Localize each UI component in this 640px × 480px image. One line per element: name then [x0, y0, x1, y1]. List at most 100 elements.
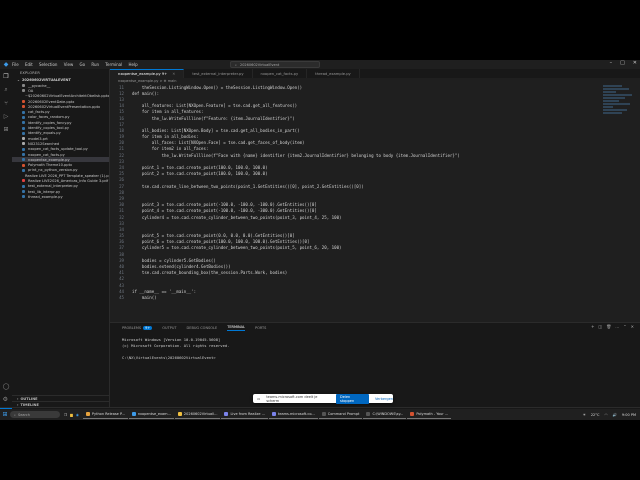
menu-terminal[interactable]: Terminal — [105, 62, 122, 67]
volume-icon[interactable]: 🔊 — [613, 413, 617, 417]
menu-run[interactable]: Run — [91, 62, 99, 67]
line-number: 39 — [119, 257, 124, 263]
menu-help[interactable]: Help — [128, 62, 137, 67]
terminal-output[interactable]: Microsoft Windows [Version 10.0.19045.56… — [110, 332, 640, 366]
taskbar-app[interactable]: C:\WINDOWS\sy... — [363, 410, 407, 419]
terminal-line: C:\NX\VirtualEvents\20260602VirtualEvent… — [122, 355, 216, 360]
run-debug-icon[interactable]: ▷ — [4, 113, 9, 120]
line-number: 16 — [119, 115, 124, 121]
line-number: 26 — [119, 177, 124, 183]
menu-file[interactable]: File — [12, 62, 19, 67]
trash-icon[interactable]: 🗑 — [606, 324, 611, 329]
chevron-up-icon[interactable]: ⌃ — [623, 324, 626, 329]
file-item[interactable]: thread_example.py — [12, 194, 109, 199]
close-icon[interactable]: ✕ — [633, 60, 637, 66]
command-center-label: 20260602VirtualEvent — [239, 62, 280, 67]
task-view-icon[interactable]: ❐ — [64, 413, 67, 417]
line-number: 23 — [119, 158, 124, 164]
tab-problems[interactable]: PROBLEMS 9+ — [122, 325, 153, 330]
more-actions-icon[interactable]: … — [615, 324, 619, 329]
tab-nxopentse-example[interactable]: nxopentse_example.py 9+ ✕ — [110, 69, 185, 78]
line-number: 34 — [119, 226, 124, 232]
menu-selection[interactable]: Selection — [39, 62, 57, 67]
menu-view[interactable]: View — [64, 62, 74, 67]
minimap[interactable] — [603, 84, 635, 164]
source-control-icon[interactable]: ⑂ — [4, 100, 8, 107]
menu-go[interactable]: Go — [80, 62, 86, 67]
file-name: nxopen_cat_facts_update_tool.py — [28, 147, 88, 152]
line-number: 22 — [119, 152, 124, 158]
line-number: 31 — [119, 208, 124, 214]
extensions-icon[interactable]: ⊞ — [3, 126, 8, 133]
file-type-icon — [22, 190, 25, 194]
weather-temp[interactable]: 22°C — [591, 413, 600, 417]
taskbar-app[interactable]: teams.microsoft.co... — [268, 410, 318, 419]
search-view-icon[interactable]: ⌕ — [4, 86, 7, 94]
windows-taskbar: ⊞ ⌕ Search ❐ ▆ ◉ Python Release P... nxop… — [0, 409, 640, 420]
code-line[interactable]: 45 main() — [110, 294, 610, 300]
tab-debug-console[interactable]: DEBUG CONSOLE — [187, 326, 218, 330]
stop-sharing-button[interactable]: Delen stoppen — [336, 393, 369, 404]
file-name: identify_copies_tool.py — [28, 126, 69, 131]
windows-start-icon[interactable]: ⊞ — [0, 411, 10, 418]
line-number: 38 — [119, 251, 124, 257]
file-name: 20260602VirtualEventPresentation.pptx — [28, 104, 101, 109]
taskbar-app[interactable]: Command Prompt — [318, 410, 363, 419]
panel-tabs: PROBLEMS 9+ OUTPUT DEBUG CONSOLE TERMINAL… — [110, 323, 640, 332]
file-name: __pycache__ — [28, 83, 51, 88]
file-name: NX2312Searched — [28, 141, 60, 146]
new-terminal-icon[interactable]: + — [591, 324, 594, 329]
taskbar-app[interactable]: Polymath - Your ... — [407, 410, 452, 419]
clock[interactable]: 9:00 PM — [622, 413, 636, 417]
close-icon[interactable]: ✕ — [172, 72, 175, 76]
chevron-right-icon: › — [17, 396, 19, 401]
command-center-search[interactable]: ⌕ 20260602VirtualEvent — [230, 61, 320, 68]
tab-test-external-interpreter[interactable]: test_external_interpreter.py — [184, 69, 253, 78]
taskbar-app[interactable]: Live from Realize ... — [221, 410, 268, 419]
menu-edit[interactable]: Edit — [25, 62, 33, 67]
taskbar-app[interactable]: 20260602Virtuall... — [174, 410, 221, 419]
account-icon[interactable]: ◯ — [3, 383, 10, 390]
line-number: 32 — [119, 214, 124, 220]
file-name: print_nx_python_version.py — [28, 168, 78, 173]
code-text: all_features: List[NXOpen.Feature] = tse… — [132, 103, 298, 109]
tab-terminal[interactable]: TERMINAL — [227, 325, 245, 331]
tab-output[interactable]: OUTPUT — [162, 326, 176, 330]
search-icon: ⌕ — [14, 412, 16, 417]
line-number: 20 — [119, 140, 124, 146]
tab-nxopen-cat-facts[interactable]: nxopen_cat_facts.py — [253, 69, 308, 78]
file-type-icon — [22, 110, 25, 114]
weather-icon[interactable]: ☀ — [583, 413, 586, 417]
line-number: 27 — [119, 183, 124, 189]
file-type-icon — [22, 115, 25, 119]
taskbar-app[interactable]: Python Release P... — [82, 410, 128, 419]
code-text: tse.cad.create_bounding_box(the_session.… — [132, 270, 288, 276]
app-icon — [321, 412, 326, 416]
hide-link[interactable]: Verbergen — [375, 397, 393, 401]
file-item[interactable]: Realize LIVE 2026_PPT Template_speaker (… — [12, 173, 109, 178]
code-text: all_faces: List[NXOpen.Face] = tse.cad.g… — [132, 140, 305, 146]
line-number: 43 — [119, 282, 124, 288]
close-panel-icon[interactable]: ✕ — [631, 324, 634, 329]
explorer-icon[interactable]: ❐ — [3, 73, 8, 80]
taskbar-app[interactable]: nxopentse_exam... — [128, 410, 174, 419]
minimize-icon[interactable]: – — [610, 60, 613, 66]
tab-thread-example[interactable]: thread_example.py — [307, 69, 360, 78]
line-number: 45 — [119, 294, 124, 300]
wifi-icon[interactable]: ◠ — [604, 413, 607, 417]
line-number: 33 — [119, 220, 124, 226]
file-name: color_faces_random.py — [28, 115, 70, 120]
file-type-icon — [22, 84, 25, 88]
taskbar-search[interactable]: ⌕ Search — [10, 411, 60, 418]
file-explorer-icon[interactable]: ▆ — [70, 413, 73, 417]
settings-gear-icon[interactable]: ⚙ — [3, 396, 10, 403]
activity-bar: ❐ ⌕ ⑂ ▷ ⊞ ◯ ⚙ — [0, 69, 12, 407]
file-name: identify_equals.py — [28, 131, 61, 136]
edge-icon[interactable]: ◉ — [76, 413, 79, 417]
maximize-icon[interactable]: □ — [620, 60, 625, 66]
file-name: OA — [28, 88, 34, 93]
file-item[interactable]: ~$20260602VirtualEventArchitektObelisk.p… — [12, 94, 109, 99]
code-editor[interactable]: 11 theSession.ListingWindow.Open() = the… — [110, 84, 610, 314]
split-terminal-icon[interactable]: ◫ — [598, 324, 602, 329]
tab-ports[interactable]: PORTS — [255, 326, 266, 330]
